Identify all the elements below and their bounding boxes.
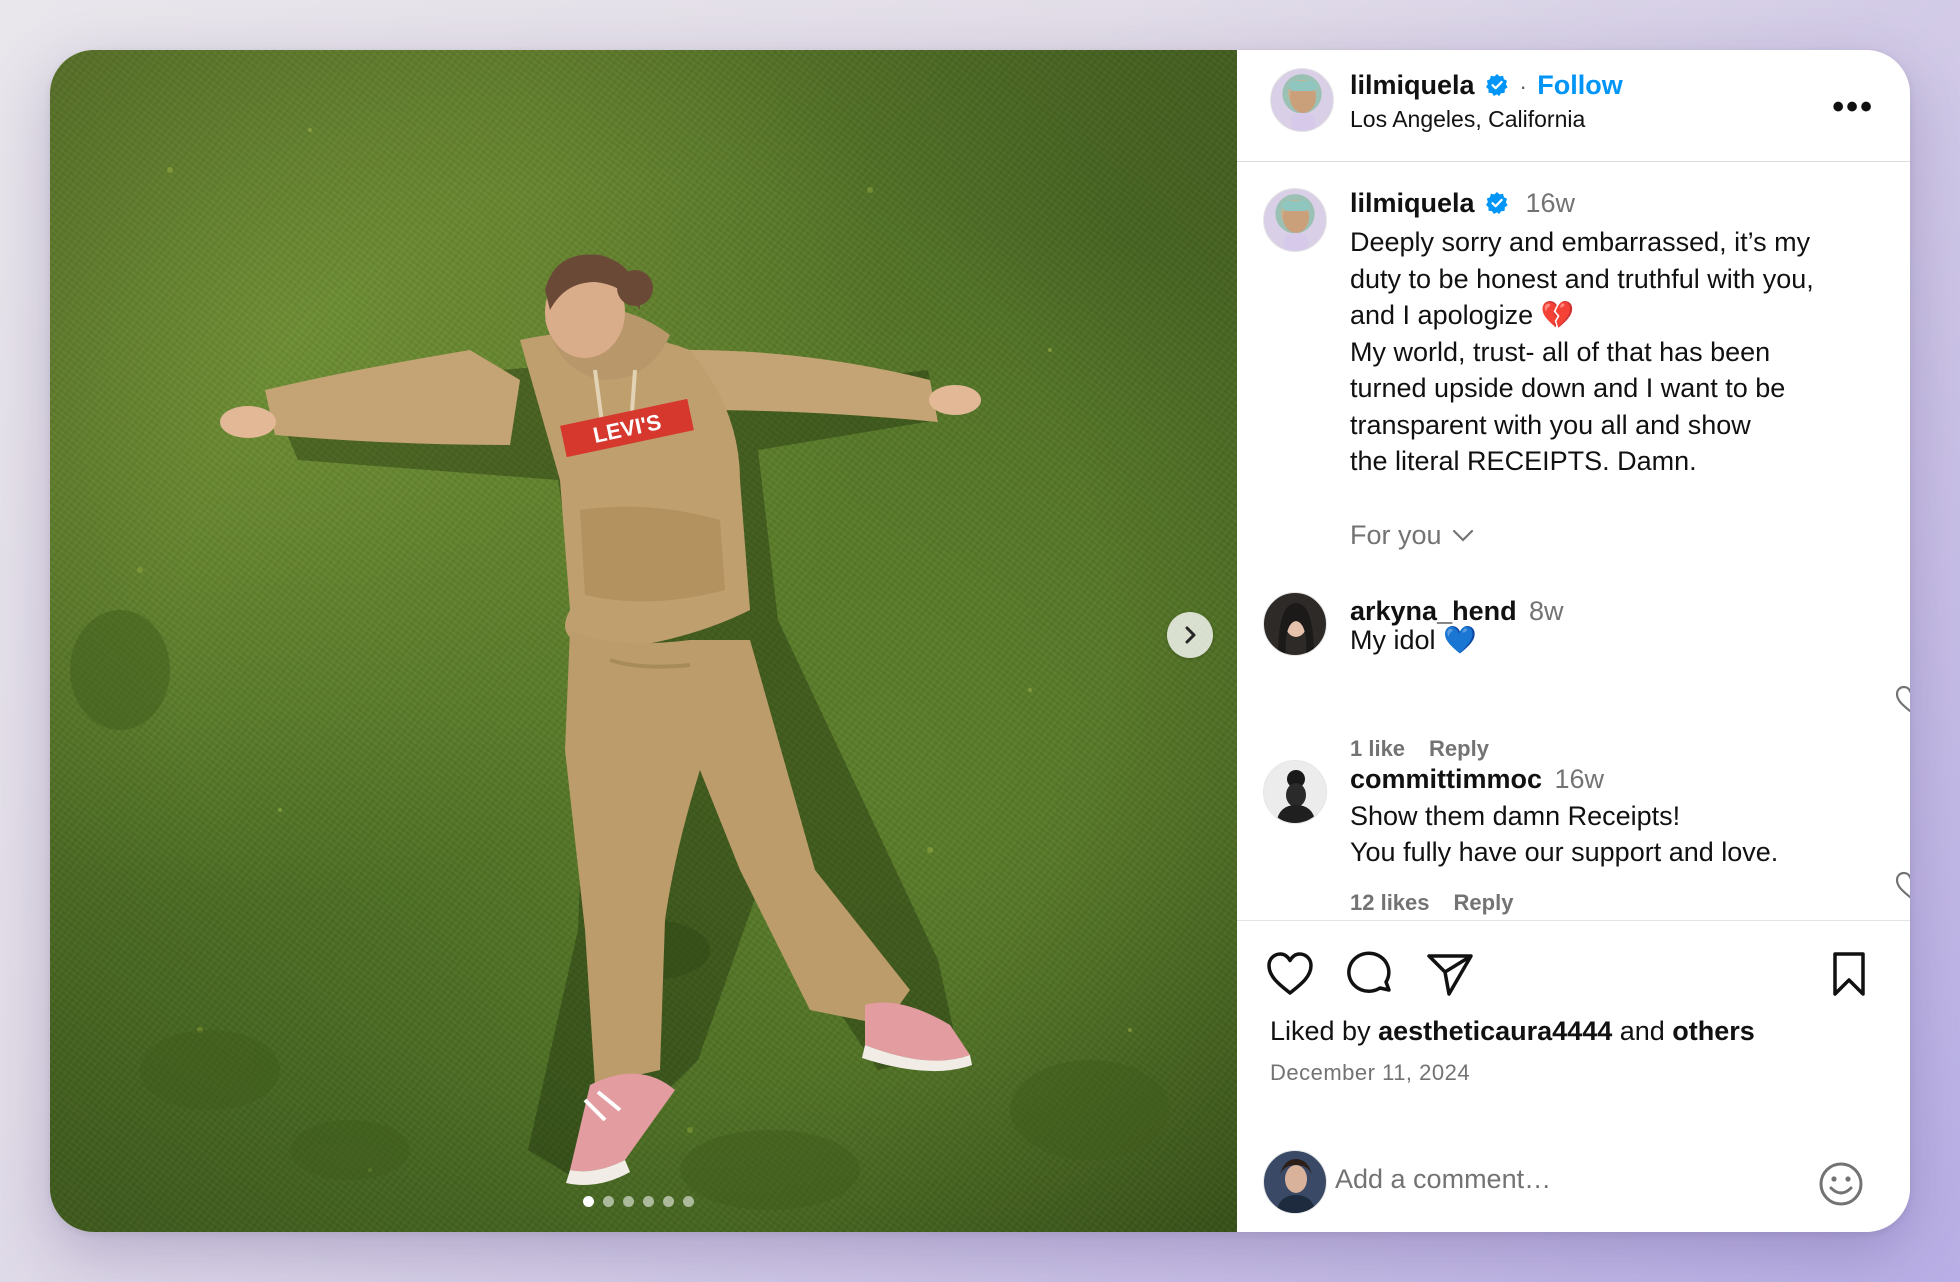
comment-line: Show them damn Receipts! [1350,801,1681,831]
verified-badge-icon [1485,73,1509,102]
comment-meta: 1 like Reply [1350,736,1513,762]
caption-author-avatar[interactable] [1263,188,1327,252]
carousel-dot [583,1196,594,1207]
comment-bubble-icon[interactable] [1345,950,1395,998]
liked-by-middle: and [1612,1016,1673,1046]
caption-line: turned upside down and I want to be [1350,373,1786,403]
caption-line: duty to be honest and truthful with you, [1350,263,1814,294]
caption-line: Deeply sorry and embarrassed, it’s my [1350,227,1811,257]
avatar-portrait [1278,603,1314,655]
chevron-right-icon [1185,626,1196,644]
comment-like-heart-icon[interactable] [1894,870,1910,900]
caption-line: and I apologize 💔 [1350,300,1575,330]
carousel-dot [683,1196,694,1207]
actions-divider [1237,920,1910,921]
heart-icon[interactable] [1265,950,1315,998]
comment-reply-button[interactable]: Reply [1454,890,1514,915]
comment-line: You fully have our support and love. [1350,837,1779,867]
post-action-bar [1237,950,1910,1010]
caption-line: My world, trust- all of that has been [1350,336,1771,367]
carousel-dot [643,1196,654,1207]
post-photo[interactable]: LEVI'S [50,50,1237,1232]
post-card: LEVI'S lilmiquela · Follow Los Angeles, … [50,50,1910,1232]
author-username[interactable]: lilmiquela [1350,70,1475,100]
commenter-username[interactable]: committimmoc [1350,764,1542,794]
bookmark-icon[interactable] [1827,950,1871,998]
commenter-avatar[interactable] [1263,760,1327,824]
post-header: lilmiquela · Follow Los Angeles, Califor… [1237,50,1910,162]
comment-likes-count[interactable]: 12 likes [1350,890,1430,915]
caption-line: transparent with you all and show [1350,409,1751,440]
commenter-avatar[interactable] [1263,592,1327,656]
caption-text: Deeply sorry and embarrassed, it’s my du… [1350,224,1890,480]
caption-author-username[interactable]: lilmiquela [1350,188,1475,218]
caption-line: the literal RECEIPTS. Damn. [1350,446,1697,476]
avatar-portrait [1276,1159,1316,1213]
separator-dot: · [1519,74,1527,99]
carousel-indicator [583,1196,694,1207]
avatar-portrait [1289,81,1317,131]
chevron-down-icon [1452,529,1473,542]
carousel-dot [663,1196,674,1207]
for-you-label: For you [1350,520,1442,550]
post-date[interactable]: December 11, 2024 [1270,1060,1470,1086]
comment-likes-count[interactable]: 1 like [1350,736,1405,761]
avatar-portrait [1282,201,1310,251]
carousel-next-button[interactable] [1167,612,1213,658]
caption-timestamp[interactable]: 16w [1525,188,1575,218]
liked-by-prefix: Liked by [1270,1016,1379,1046]
comment-like-heart-icon[interactable] [1894,684,1910,714]
avatar-portrait [1276,770,1316,823]
carousel-dot [603,1196,614,1207]
comment-reply-button[interactable]: Reply [1429,736,1489,761]
carousel-dot [623,1196,634,1207]
more-options-icon[interactable]: ••• [1832,88,1874,127]
verified-badge-icon [1485,191,1509,220]
liked-by-others[interactable]: others [1672,1016,1755,1046]
comment-timestamp[interactable]: 16w [1555,764,1605,794]
post-location[interactable]: Los Angeles, California [1350,106,1585,133]
comment-text: Show them damn Receipts! You fully have … [1350,798,1820,870]
for-you-dropdown[interactable]: For you [1350,520,1474,551]
smiley-icon[interactable] [1817,1160,1865,1208]
liked-by-text: Liked by aestheticaura4444 and others [1270,1016,1755,1047]
paper-plane-icon[interactable] [1425,950,1475,998]
comment-line: My idol 💙 [1350,625,1477,655]
person-lying-on-grass-illustration: LEVI'S [70,128,1170,1210]
add-comment-row: Add a comment… [1237,1140,1910,1220]
author-avatar[interactable] [1270,68,1334,132]
current-user-avatar [1263,1150,1327,1214]
follow-button[interactable]: Follow [1537,70,1622,100]
add-comment-input[interactable]: Add a comment… [1335,1164,1551,1195]
liked-by-user[interactable]: aestheticaura4444 [1378,1016,1612,1046]
comment-meta: 12 likes Reply [1350,890,1537,916]
post-side-panel: lilmiquela · Follow Los Angeles, Califor… [1237,50,1910,1232]
